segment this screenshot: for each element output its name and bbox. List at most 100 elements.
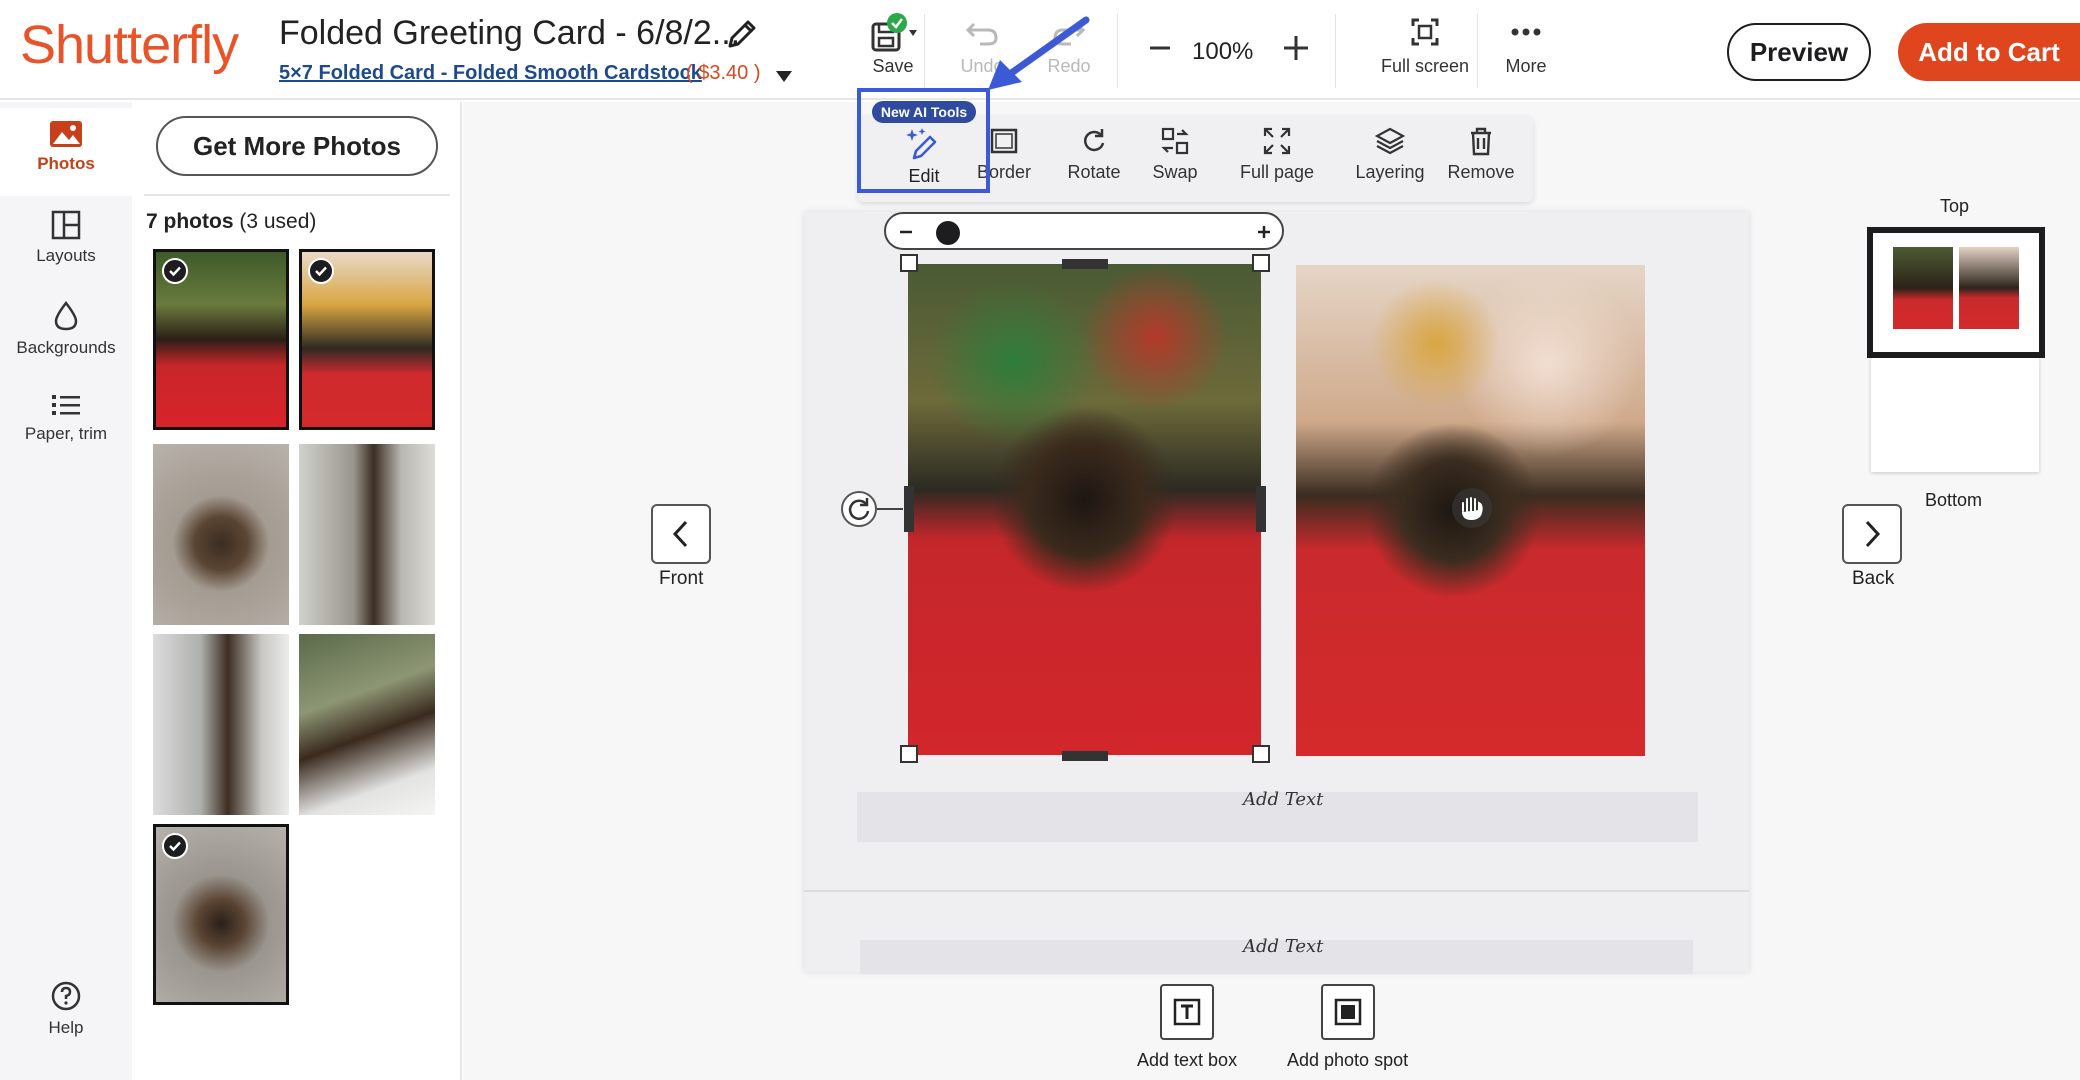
annotation-arrow-icon (988, 16, 1090, 90)
selected-photo-slot[interactable] (908, 264, 1261, 755)
rail-label-help: Help (48, 1018, 84, 1037)
photo-thumbnail[interactable] (299, 634, 435, 815)
card-fold-line (804, 890, 1749, 892)
rotate-icon (848, 498, 870, 520)
add-text-placeholder[interactable]: Add Text (1243, 936, 1323, 957)
full-page-button[interactable]: Full page (1228, 126, 1326, 183)
toolbar-divider (1477, 14, 1478, 88)
project-title: Folded Greeting Card - 6/8/2... (279, 14, 741, 52)
used-check-icon (162, 258, 188, 284)
rail-item-paper-trim[interactable]: Paper, trim (0, 392, 132, 472)
photo-thumbnail[interactable] (153, 249, 289, 430)
mini-photo (1893, 247, 1953, 329)
photo-thumbnail[interactable] (153, 824, 289, 1005)
help-icon (51, 981, 81, 1011)
photo-thumbnail[interactable] (153, 444, 289, 625)
zoom-in-icon[interactable] (1276, 28, 1316, 68)
plus-icon[interactable] (1256, 224, 1272, 240)
layering-button[interactable]: Layering (1338, 126, 1442, 183)
resize-handle-top-right[interactable] (1252, 254, 1270, 272)
used-check-icon (162, 833, 188, 859)
resize-handle-top[interactable] (1062, 259, 1108, 269)
rotate-handle[interactable] (841, 491, 877, 527)
layout-icon (51, 210, 81, 240)
remove-label: Remove (1447, 162, 1515, 182)
swap-icon (1161, 127, 1189, 155)
text-box-icon (1160, 984, 1215, 1040)
save-icon (871, 13, 917, 52)
add-photo-spot-label: Add photo spot (1287, 1050, 1409, 1070)
resize-handle-left[interactable] (904, 486, 914, 532)
left-nav-rail: Photos Layouts Backgrounds Paper, trim H… (0, 102, 132, 1080)
image-icon (50, 121, 82, 147)
toolbar-divider (924, 14, 925, 88)
rail-label-backgrounds: Backgrounds (16, 338, 116, 357)
resize-handle-bottom-right[interactable] (1252, 745, 1270, 763)
more-label: More (1505, 56, 1547, 76)
photo-thumbnail[interactable] (299, 249, 435, 430)
rail-item-layouts[interactable]: Layouts (0, 210, 132, 290)
resize-handle-bottom-left[interactable] (900, 745, 918, 763)
pencil-icon[interactable] (720, 12, 764, 56)
photo-zoom-slider[interactable] (884, 212, 1284, 250)
rotate-handle-line (877, 508, 903, 510)
minus-icon[interactable] (898, 224, 914, 240)
rotate-icon (1083, 129, 1105, 152)
photo-thumbnail[interactable] (299, 444, 435, 625)
save-button[interactable]: Save (855, 12, 931, 90)
magic-wand-icon (906, 128, 937, 160)
get-more-photos-button[interactable]: Get More Photos (156, 116, 438, 176)
add-photo-spot-button[interactable]: Add photo spot (1287, 984, 1408, 1071)
swap-label: Swap (1152, 162, 1198, 182)
panel-divider (144, 194, 450, 196)
product-price: ( $3.40 ) (686, 62, 761, 84)
layering-label: Layering (1355, 162, 1425, 182)
slider-knob[interactable] (936, 221, 960, 245)
photo-count-total: 7 photos (146, 210, 234, 233)
page-bottom-label: Bottom (1925, 490, 1983, 510)
rail-item-backgrounds[interactable]: Backgrounds (0, 300, 132, 380)
ai-edit-button[interactable]: Edit (892, 126, 956, 187)
chevron-down-icon[interactable] (774, 68, 794, 84)
next-page-button[interactable] (1842, 504, 1902, 564)
swap-button[interactable]: Swap (1144, 126, 1206, 183)
rail-item-photos[interactable]: Photos (0, 108, 132, 196)
back-label: Back (1852, 568, 1895, 589)
used-check-icon (308, 258, 334, 284)
mini-photo (1959, 247, 2019, 329)
photo-count-used: (3 used) (239, 210, 317, 233)
list-icon (52, 395, 80, 415)
more-button[interactable]: More (1498, 12, 1554, 90)
add-text-placeholder[interactable]: Add Text (1243, 789, 1323, 810)
rail-item-help[interactable]: Help (0, 980, 132, 1060)
front-label: Front (659, 568, 704, 589)
rotate-button[interactable]: Rotate (1056, 126, 1132, 183)
rail-label-photos: Photos (37, 154, 95, 173)
prev-page-button[interactable] (651, 504, 711, 564)
photo-slot[interactable] (1296, 265, 1645, 756)
resize-handle-right[interactable] (1256, 486, 1266, 532)
resize-handle-top-left[interactable] (900, 254, 918, 272)
preview-button[interactable]: Preview (1727, 23, 1871, 81)
photo-count: 7 photos (3 used) (146, 210, 316, 234)
zoom-level: 100% (1192, 38, 1254, 65)
add-text-box-button[interactable]: Add text box (1137, 984, 1237, 1071)
shutterfly-logo[interactable]: Shutterfly (20, 14, 239, 76)
product-link[interactable]: 5×7 Folded Card - Folded Smooth Cardstoc… (279, 62, 702, 85)
trash-icon (1471, 127, 1491, 156)
page-thumbnail-bottom[interactable] (1871, 358, 2039, 472)
photos-panel: Get More Photos 7 photos (3 used) (132, 102, 462, 1080)
save-label: Save (872, 56, 914, 76)
add-to-cart-button[interactable]: Add to Cart (1898, 23, 2080, 81)
rail-label-layouts: Layouts (36, 246, 96, 265)
drag-hand-icon[interactable] (1451, 487, 1493, 529)
layers-icon (1375, 127, 1405, 155)
fullscreen-icon (1411, 18, 1439, 46)
page-thumbnail-top[interactable] (1867, 227, 2045, 358)
remove-button[interactable]: Remove (1436, 126, 1526, 183)
photo-thumbnail[interactable] (153, 634, 289, 815)
full-page-label: Full page (1239, 162, 1315, 182)
resize-handle-bottom[interactable] (1062, 751, 1108, 761)
fullscreen-button[interactable]: Full screen (1358, 12, 1492, 90)
zoom-out-icon[interactable] (1140, 28, 1180, 68)
